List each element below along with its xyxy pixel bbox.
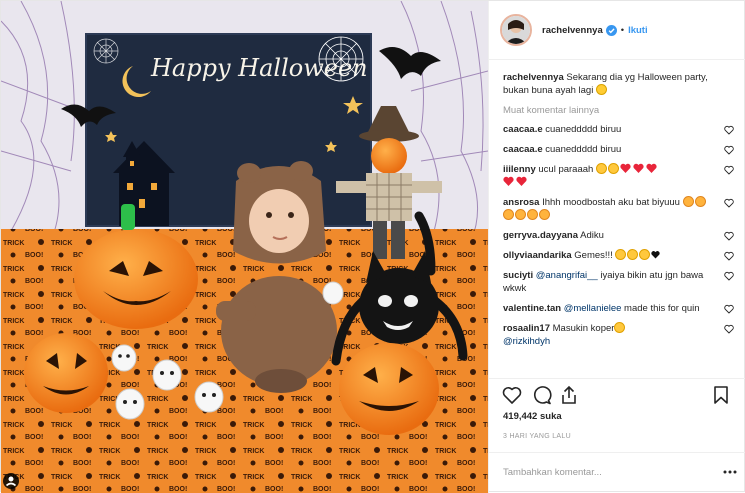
comment-like-heart-icon[interactable] xyxy=(724,231,734,241)
comment-username[interactable]: ollyviaandarika xyxy=(503,250,572,261)
comment-like-heart-icon[interactable] xyxy=(724,324,734,334)
heart-eyes-emoji-icon xyxy=(515,209,526,220)
comments-list[interactable]: rachelvennya Sekarang dia yg Halloween p… xyxy=(489,66,745,378)
star-struck-emoji-icon xyxy=(615,249,627,260)
load-more-comments-link[interactable]: Muat komentar lainnya xyxy=(503,105,736,116)
red-heart-emoji-icon xyxy=(503,176,514,186)
share-icon[interactable] xyxy=(559,385,579,405)
comment-username[interactable]: ansrosa xyxy=(503,197,539,208)
comment-like-heart-icon[interactable] xyxy=(724,251,734,261)
comment-item: ollyviaandarika Gemes!!! xyxy=(503,249,736,262)
comment-mention[interactable]: @anangrifai__ xyxy=(536,270,598,281)
comment-like-heart-icon[interactable] xyxy=(724,125,734,135)
comment-text: Masukin koper xyxy=(552,323,615,334)
banner-text: Happy Halloween xyxy=(150,54,368,82)
post-caption: rachelvennya Sekarang dia yg Halloween p… xyxy=(503,72,736,97)
comment-item: caacaa.e cuaneddddd biruu xyxy=(503,143,736,156)
post-photo[interactable]: TRICK BOO! xyxy=(1,1,488,493)
comment-item: rosaalin17 Masukin koper @rizkihdyh xyxy=(503,322,736,348)
add-comment-input[interactable] xyxy=(503,463,708,481)
heart-eyes-emoji-icon xyxy=(503,209,514,220)
follow-button[interactable]: Ikuti xyxy=(628,25,648,36)
red-heart-emoji-icon xyxy=(646,163,657,173)
comment-username[interactable]: caacaa.e xyxy=(503,124,543,135)
star-struck-emoji-icon xyxy=(639,249,651,260)
add-comment-section xyxy=(489,452,745,493)
comment-item: ansrosa Ihhh moodbostah aku bat biyuuu xyxy=(503,196,736,222)
bookmark-icon[interactable] xyxy=(711,385,731,405)
post-timestamp: 3 HARI YANG LALU xyxy=(503,433,571,440)
halloween-scene: TRICK BOO! xyxy=(1,1,488,493)
comment-text: ucul paraaah xyxy=(538,164,594,175)
comment-item: suciyti @anangrifai__ iyaiya bikin atu j… xyxy=(503,269,736,295)
red-heart-emoji-icon xyxy=(620,163,631,173)
grin-emoji-icon xyxy=(595,163,607,174)
comment-text: Gemes!!! xyxy=(574,250,613,261)
heart-icon[interactable] xyxy=(502,385,522,405)
post-actions-bar xyxy=(489,378,745,408)
comment-text: iyaiya bikin atu jgn bawa wkwk xyxy=(503,270,704,294)
comment-item: valentine.tan @mellanielee made this for… xyxy=(503,302,736,315)
star-struck-emoji-icon xyxy=(627,249,639,260)
grin-emoji-icon xyxy=(607,163,619,174)
post-side-panel: rachelvennya • Ikuti rachelvennya Sekara… xyxy=(488,1,745,493)
heart-eyes-emoji-icon xyxy=(682,196,694,207)
comment-username[interactable]: caacaa.e xyxy=(503,144,543,155)
comment-mention[interactable]: @rizkihdyh xyxy=(503,336,550,347)
comment-like-heart-icon[interactable] xyxy=(724,145,734,155)
user-tag-icon[interactable] xyxy=(3,473,19,489)
avatar-image xyxy=(502,16,530,44)
yum-emoji-icon xyxy=(614,322,626,333)
comment-like-heart-icon[interactable] xyxy=(724,271,734,281)
heart-eyes-emoji-icon xyxy=(527,209,538,220)
comment-like-heart-icon[interactable] xyxy=(724,198,734,208)
header-separator: • xyxy=(620,24,625,36)
comment-icon[interactable] xyxy=(532,385,552,405)
comment-username[interactable]: gerryva.dayyana xyxy=(503,230,578,241)
header-username[interactable]: rachelvennya xyxy=(542,25,603,36)
red-heart-emoji-icon xyxy=(516,176,527,186)
comment-username[interactable]: iiilenny xyxy=(503,164,536,175)
caption-username[interactable]: rachelvennya xyxy=(503,72,564,83)
comment-text: made this for quin xyxy=(621,303,700,314)
verified-icon xyxy=(605,24,617,36)
likes-count[interactable]: 419,442 suka xyxy=(503,411,562,422)
more-icon[interactable] xyxy=(723,467,737,477)
comment-username[interactable]: valentine.tan xyxy=(503,303,561,314)
heart-eyes-emoji-icon xyxy=(539,209,550,220)
comment-like-heart-icon[interactable] xyxy=(724,304,734,314)
comment-item: gerryva.dayyana Adiku xyxy=(503,229,736,242)
comment-text: Ihhh moodbostah aku bat biyuuu xyxy=(542,197,680,208)
comment-text: cuaneddddd biruu xyxy=(545,124,622,135)
comment-username[interactable]: suciyti xyxy=(503,270,533,281)
comment-username[interactable]: rosaalin17 xyxy=(503,323,550,334)
smile-emoji-icon xyxy=(595,84,607,95)
comment-like-heart-icon[interactable] xyxy=(724,165,734,175)
red-heart-emoji-icon xyxy=(633,163,644,173)
comment-item: caacaa.e cuaneddddd biruu xyxy=(503,123,736,136)
heart-eyes-emoji-icon xyxy=(694,196,706,207)
black-heart-emoji-icon xyxy=(651,251,661,259)
post-header: rachelvennya • Ikuti xyxy=(489,1,745,60)
comment-text: Adiku xyxy=(580,230,604,241)
instagram-post: TRICK BOO! xyxy=(0,0,745,493)
comment-text: cuaneddddd biruu xyxy=(545,144,622,155)
comment-mention[interactable]: @mellanielee xyxy=(564,303,622,314)
avatar[interactable] xyxy=(500,14,532,46)
comment-item: iiilenny ucul paraaah xyxy=(503,163,736,189)
